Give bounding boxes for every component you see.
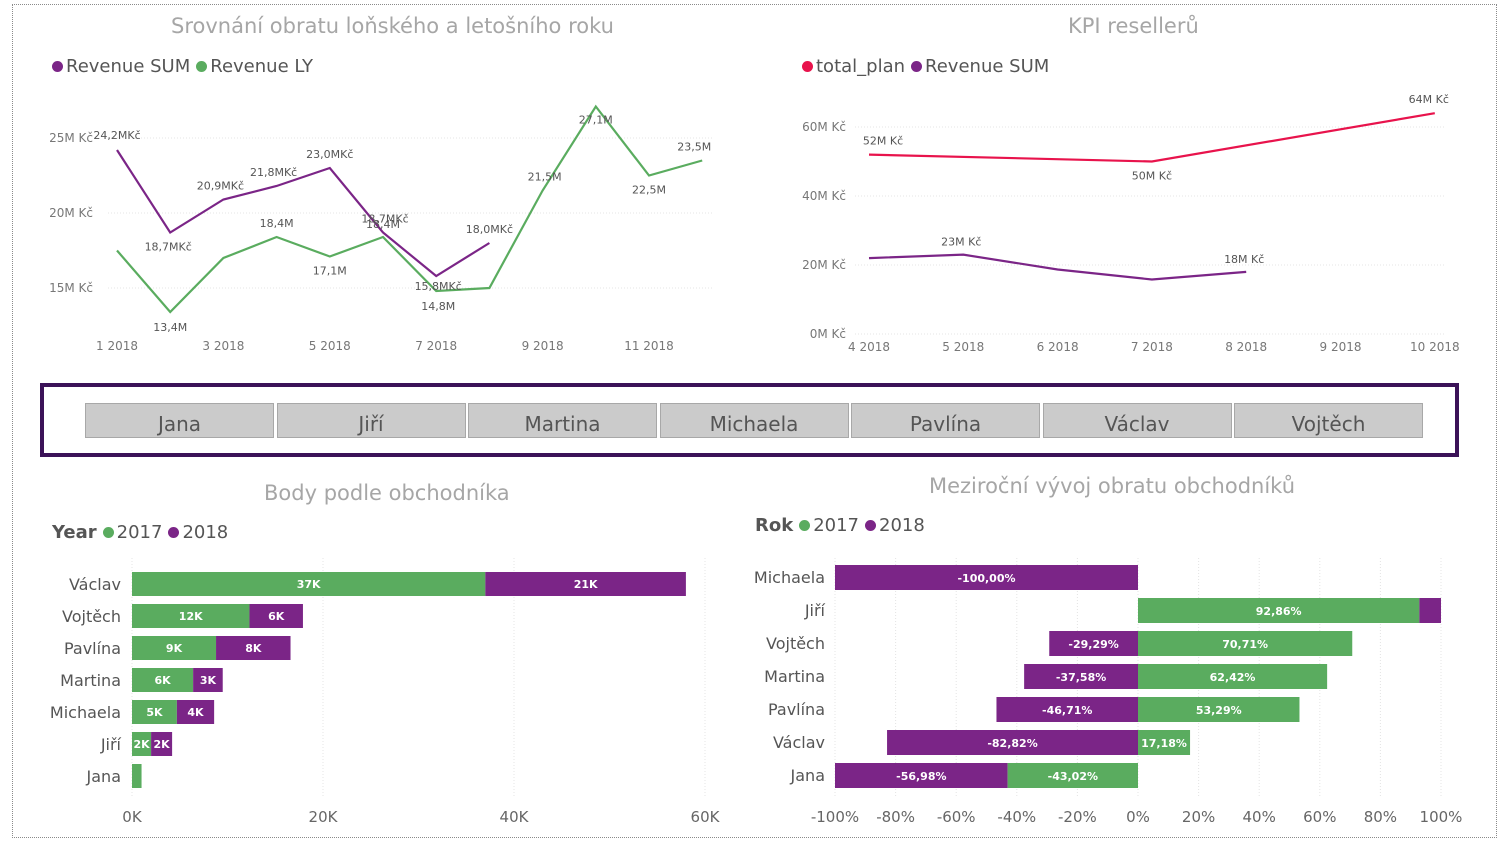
bar-2018 bbox=[1419, 598, 1441, 623]
category-label: Martina bbox=[764, 667, 825, 686]
bar-label: 62,42% bbox=[1210, 671, 1256, 684]
chart4-bar-chart[interactable]: -100% -80% -60% -40% -20% 0% 20% 40% 60% 80% 100% M… bbox=[0, 0, 1500, 843]
bar-label: 53,29% bbox=[1196, 704, 1242, 717]
bar-label: -37,58% bbox=[1056, 671, 1106, 684]
category-label: Jana bbox=[790, 766, 825, 785]
x-tick-label: 0% bbox=[1126, 808, 1150, 826]
x-tick-label: -20% bbox=[1058, 808, 1097, 826]
category-label: Pavlína bbox=[768, 700, 825, 719]
bar-label: 92,86% bbox=[1256, 605, 1302, 618]
x-tick-label: 100% bbox=[1420, 808, 1463, 826]
bar-label: -46,71% bbox=[1042, 704, 1092, 717]
x-tick-label: -100% bbox=[811, 808, 859, 826]
x-tick-label: -80% bbox=[876, 808, 915, 826]
x-tick-label: -60% bbox=[937, 808, 976, 826]
x-tick-label: 20% bbox=[1182, 808, 1215, 826]
x-tick-label: 80% bbox=[1364, 808, 1397, 826]
bar-label: -82,82% bbox=[987, 737, 1037, 750]
bar-label: -43,02% bbox=[1048, 770, 1098, 783]
bar-label: 70,71% bbox=[1222, 638, 1268, 651]
bar-label: -100,00% bbox=[957, 572, 1015, 585]
x-tick-label: 40% bbox=[1243, 808, 1276, 826]
bar-label: -29,29% bbox=[1068, 638, 1118, 651]
x-tick-label: 60% bbox=[1303, 808, 1336, 826]
category-label: Václav bbox=[773, 733, 825, 752]
report-canvas: Srovnání obratu loňského a letošního rok… bbox=[0, 0, 1511, 843]
bar-label: 17,18% bbox=[1141, 737, 1187, 750]
category-label: Vojtěch bbox=[766, 634, 825, 653]
category-label: Michaela bbox=[754, 568, 825, 587]
x-tick-label: -40% bbox=[997, 808, 1036, 826]
bar-label: -56,98% bbox=[896, 770, 946, 783]
category-label: Jiří bbox=[804, 601, 826, 620]
